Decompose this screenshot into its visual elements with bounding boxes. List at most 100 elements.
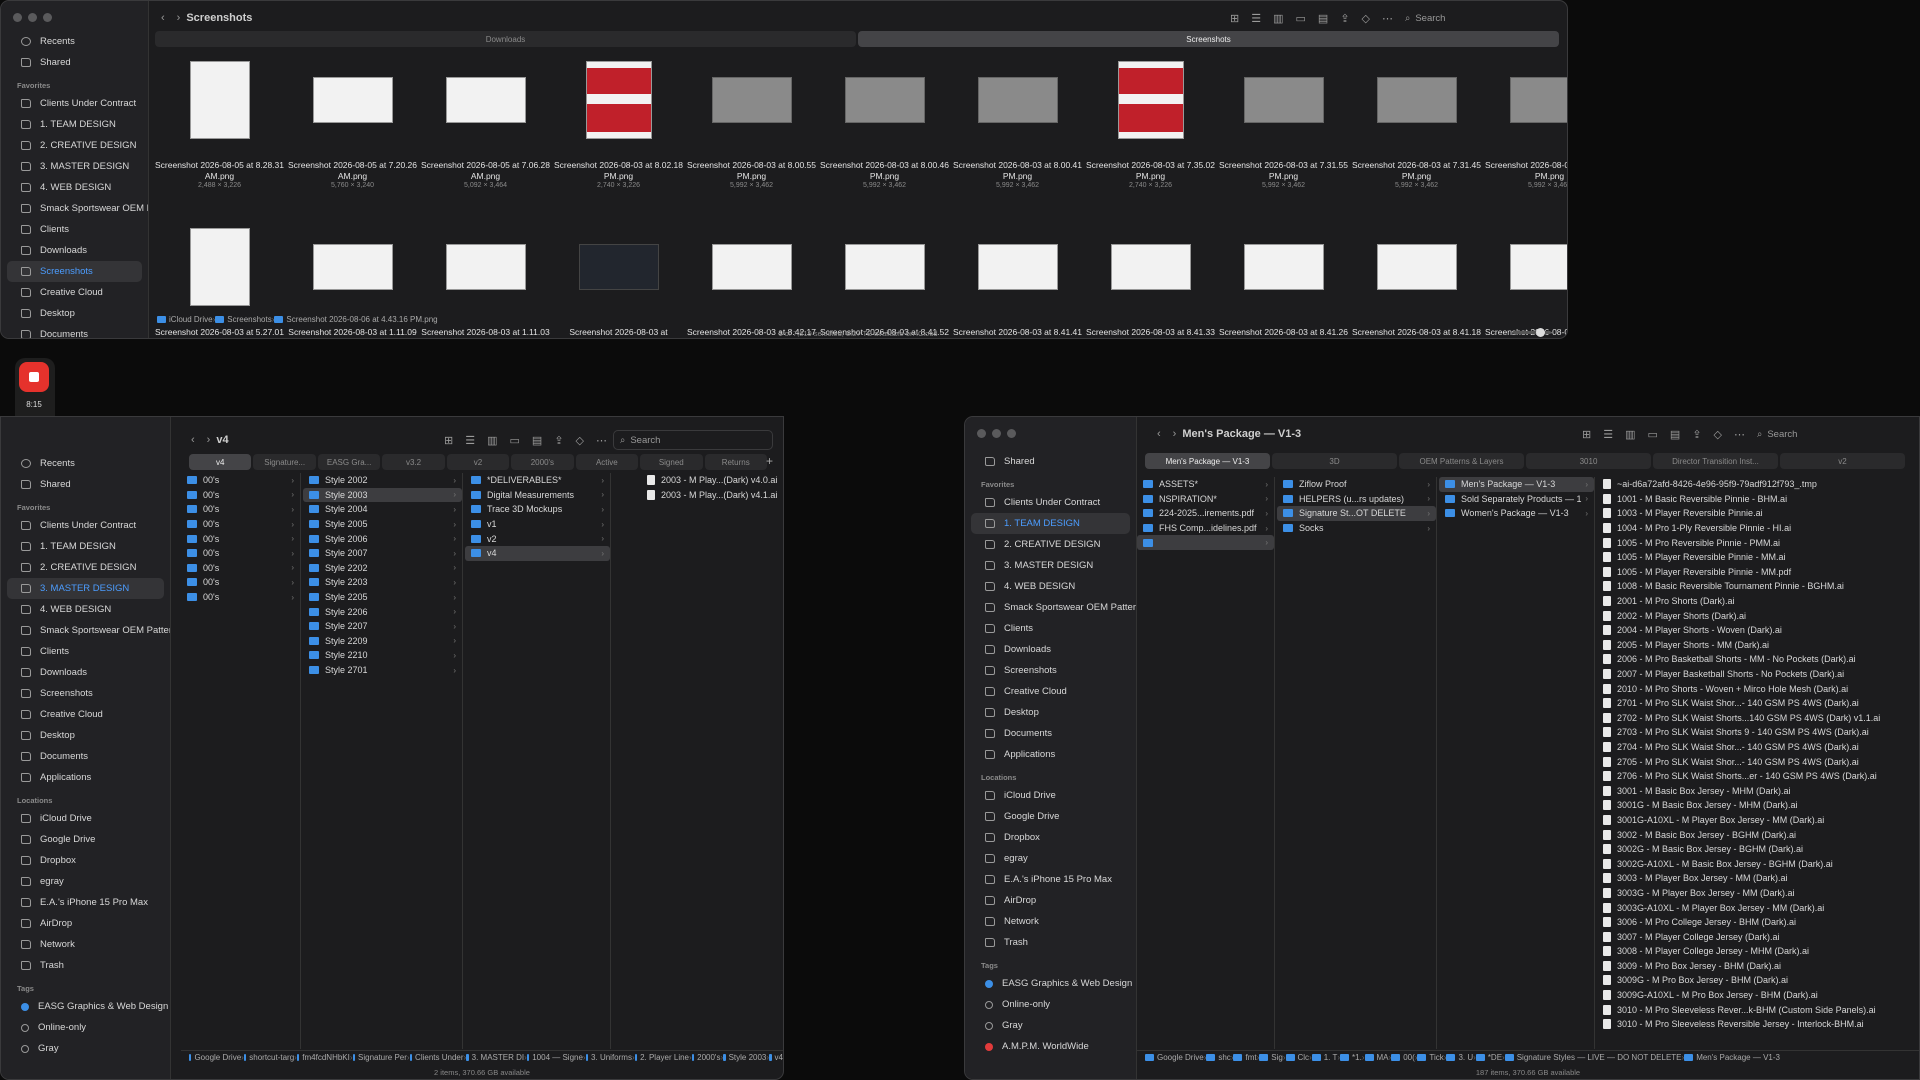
minimize-button[interactable] <box>28 13 37 22</box>
folder-row[interactable]: Ziflow Proof › <box>1277 477 1436 492</box>
sidebar-item-trash[interactable]: Trash <box>965 932 1136 953</box>
path-segment[interactable]: Screenshot 2026-08-06 at 4.43.16 PM.png <box>286 315 437 324</box>
folder-row[interactable]: 00's › <box>181 473 300 488</box>
list-view-icon[interactable]: ☰ <box>1251 12 1261 25</box>
file-item[interactable]: Screenshot 2026-08-03 at 7.31.45 PM.png 5… <box>1350 48 1483 215</box>
sidebar-item-dropbox[interactable]: Dropbox <box>1 850 170 871</box>
folder-row[interactable]: Style 2004 › <box>303 502 462 517</box>
sidebar-item-google-drive[interactable]: Google Drive <box>965 806 1136 827</box>
file-row[interactable]: 3001G-A10XL - M Player Box Jersey - MM (… <box>1597 813 1917 828</box>
folder-row[interactable]: v2 › <box>465 531 610 546</box>
file-row[interactable]: 2704 - M Pro SLK Waist Shor...- 140 GSM … <box>1597 740 1917 755</box>
path-segment[interactable]: Men's Package — V1-3 <box>1696 1053 1780 1062</box>
file-item[interactable]: Screenshot 2026-08-03 at 7.31.35 PM.png5… <box>1483 48 1567 215</box>
path-segment[interactable]: Signature Styles — LIVE — DO NOT DELETE <box>1517 1053 1682 1062</box>
path-segment[interactable]: Google Drive <box>194 1053 241 1062</box>
sidebar-item-icloud-drive[interactable]: iCloud Drive <box>965 785 1136 806</box>
share-icon[interactable]: ⇪ <box>1692 428 1701 441</box>
sidebar-item-documents[interactable]: Documents <box>965 723 1136 744</box>
folder-row[interactable]: Style 2210 › <box>303 648 462 663</box>
file-row[interactable]: 3003 - M Player Box Jersey - MM (Dark).a… <box>1597 871 1917 886</box>
file-item[interactable]: Screenshot 2026-08-03 at 7.35.02 PM.png 2… <box>1084 48 1217 215</box>
minimize-button[interactable] <box>992 429 1001 438</box>
path-segment[interactable]: *DE <box>1488 1053 1502 1062</box>
file-row[interactable]: 3001G - M Basic Box Jersey - MHM (Dark).… <box>1597 798 1917 813</box>
folder-row[interactable]: 00's › <box>181 531 300 546</box>
tab-oem-patterns-layers[interactable]: OEM Patterns & Layers <box>1399 453 1524 469</box>
sidebar-item-downloads[interactable]: Downloads <box>965 639 1136 660</box>
sidebar-item-egray[interactable]: egray <box>965 848 1136 869</box>
path-segment[interactable]: 2000's <box>697 1053 720 1062</box>
sidebar-item-recents[interactable]: Recents <box>1 31 148 52</box>
sidebar-item-2-creative-design[interactable]: 2. CREATIVE DESIGN <box>1 135 148 156</box>
more-icon[interactable]: ⋯ <box>1382 12 1393 25</box>
folder-row[interactable]: 00's › <box>181 517 300 532</box>
tag-icon[interactable]: ◇ <box>1714 428 1722 441</box>
folder-row[interactable]: Style 2203 › <box>303 575 462 590</box>
file-row[interactable]: 3008 - M Player College Jersey - MHM (Da… <box>1597 944 1917 959</box>
sidebar-item-trash[interactable]: Trash <box>1 955 170 976</box>
sidebar-item-documents[interactable]: Documents <box>1 746 170 767</box>
zoom-button[interactable] <box>1007 429 1016 438</box>
sidebar-tag-online-only[interactable]: Online-only <box>1 1017 170 1038</box>
folder-row[interactable]: Style 2202 › <box>303 561 462 576</box>
file-row[interactable]: 2001 - M Pro Shorts (Dark).ai <box>1597 594 1917 609</box>
more-icon[interactable]: ⋯ <box>596 434 607 447</box>
file-row[interactable]: 1005 - M Player Reversible Pinnie - MM.a… <box>1597 550 1917 565</box>
tab-v2[interactable]: v2 <box>446 454 510 470</box>
tab-v2[interactable]: v2 <box>1780 453 1905 469</box>
tag-icon[interactable]: ◇ <box>576 434 584 447</box>
path-segment[interactable]: Clc <box>1298 1053 1310 1062</box>
file-row[interactable]: 3010 - M Pro Sleeveless Rever...k-BHM (C… <box>1597 1002 1917 1017</box>
tab-v4[interactable]: v4 <box>189 454 252 470</box>
forward-icon[interactable]: › <box>1173 428 1177 440</box>
file-item[interactable]: Screenshot 2026-08-03 at 7.31.55 PM.png 5… <box>1217 48 1350 215</box>
group-icon[interactable]: ▤ <box>532 434 542 447</box>
file-row[interactable]: 3002G-A10XL - M Basic Box Jersey - BGHM … <box>1597 856 1917 871</box>
file-row[interactable]: 3002G - M Basic Box Jersey - BGHM (Dark)… <box>1597 842 1917 857</box>
sidebar-item-smack-sportswear-oem-patterns[interactable]: Smack Sportswear OEM Patterns <box>1 620 170 641</box>
sidebar-item-4-web-design[interactable]: 4. WEB DESIGN <box>1 599 170 620</box>
icon-view-icon[interactable]: ⊞ <box>444 434 453 447</box>
sidebar-item-clients[interactable]: Clients <box>965 618 1136 639</box>
tag-icon[interactable]: ◇ <box>1362 12 1370 25</box>
file-row[interactable]: 2705 - M Pro SLK Waist Shor...- 140 GSM … <box>1597 754 1917 769</box>
file-item[interactable]: Screenshot 2026-08-03 at 8.00.55 PM.png 5… <box>685 48 818 215</box>
sidebar-item-airdrop[interactable]: AirDrop <box>965 890 1136 911</box>
sidebar-item-egray[interactable]: egray <box>1 871 170 892</box>
sidebar-item-desktop[interactable]: Desktop <box>965 702 1136 723</box>
sidebar-item-clients[interactable]: Clients <box>1 641 170 662</box>
path-segment[interactable]: shortcut-targ <box>249 1053 294 1062</box>
folder-row[interactable]: Style 2005 › <box>303 517 462 532</box>
sidebar-item-shared[interactable]: Shared <box>965 451 1136 472</box>
path-segment[interactable]: Google Drive <box>1157 1053 1204 1062</box>
sidebar-item-dropbox[interactable]: Dropbox <box>965 827 1136 848</box>
sidebar-item-creative-cloud[interactable]: Creative Cloud <box>1 282 148 303</box>
path-segment[interactable]: fm4fcdNHbKI <box>302 1053 350 1062</box>
sidebar-item-1-team-design[interactable]: 1. TEAM DESIGN <box>1 114 148 135</box>
file-item[interactable]: Screenshot 2026-08-03 at 8.02.18 PM.png 2… <box>552 48 685 215</box>
file-row[interactable]: 2004 - M Player Shorts - Woven (Dark).ai <box>1597 623 1917 638</box>
folder-row[interactable]: HELPERS (u...rs updates) › <box>1277 492 1436 507</box>
folder-row[interactable]: › <box>1137 535 1274 550</box>
file-row[interactable]: 3001 - M Basic Box Jersey - MHM (Dark).a… <box>1597 783 1917 798</box>
sidebar-item-4-web-design[interactable]: 4. WEB DESIGN <box>1 177 148 198</box>
close-button[interactable] <box>977 429 986 438</box>
tab-signed[interactable]: Signed <box>640 454 703 470</box>
file-row[interactable]: 3003G-A10XL - M Player Box Jersey - MM (… <box>1597 900 1917 915</box>
sidebar-tag-online-only[interactable]: Online-only <box>965 994 1136 1015</box>
zoom-slider-knob[interactable] <box>1536 328 1545 337</box>
path-segment[interactable]: 3. Uniforms <box>591 1053 632 1062</box>
share-icon[interactable]: ⇪ <box>554 434 563 447</box>
sidebar-item-clients-under-contract[interactable]: Clients Under Contract <box>965 492 1136 513</box>
file-row[interactable]: 1008 - M Basic Reversible Tournament Pin… <box>1597 579 1917 594</box>
sidebar-item-applications[interactable]: Applications <box>1 767 170 788</box>
path-segment[interactable]: v4 <box>775 1053 783 1062</box>
file-row[interactable]: 2706 - M Pro SLK Waist Shorts...er - 140… <box>1597 769 1917 784</box>
tab-3010[interactable]: 3010 <box>1526 453 1651 469</box>
file-row[interactable]: 1001 - M Basic Reversible Pinnie - BHM.a… <box>1597 492 1917 507</box>
forward-icon[interactable]: › <box>177 12 181 24</box>
sidebar-tag-easg-graphics-web-design[interactable]: EASG Graphics & Web Design <box>965 973 1136 994</box>
sidebar-item-clients[interactable]: Clients <box>1 219 148 240</box>
folder-row[interactable]: v1 › <box>465 517 610 532</box>
